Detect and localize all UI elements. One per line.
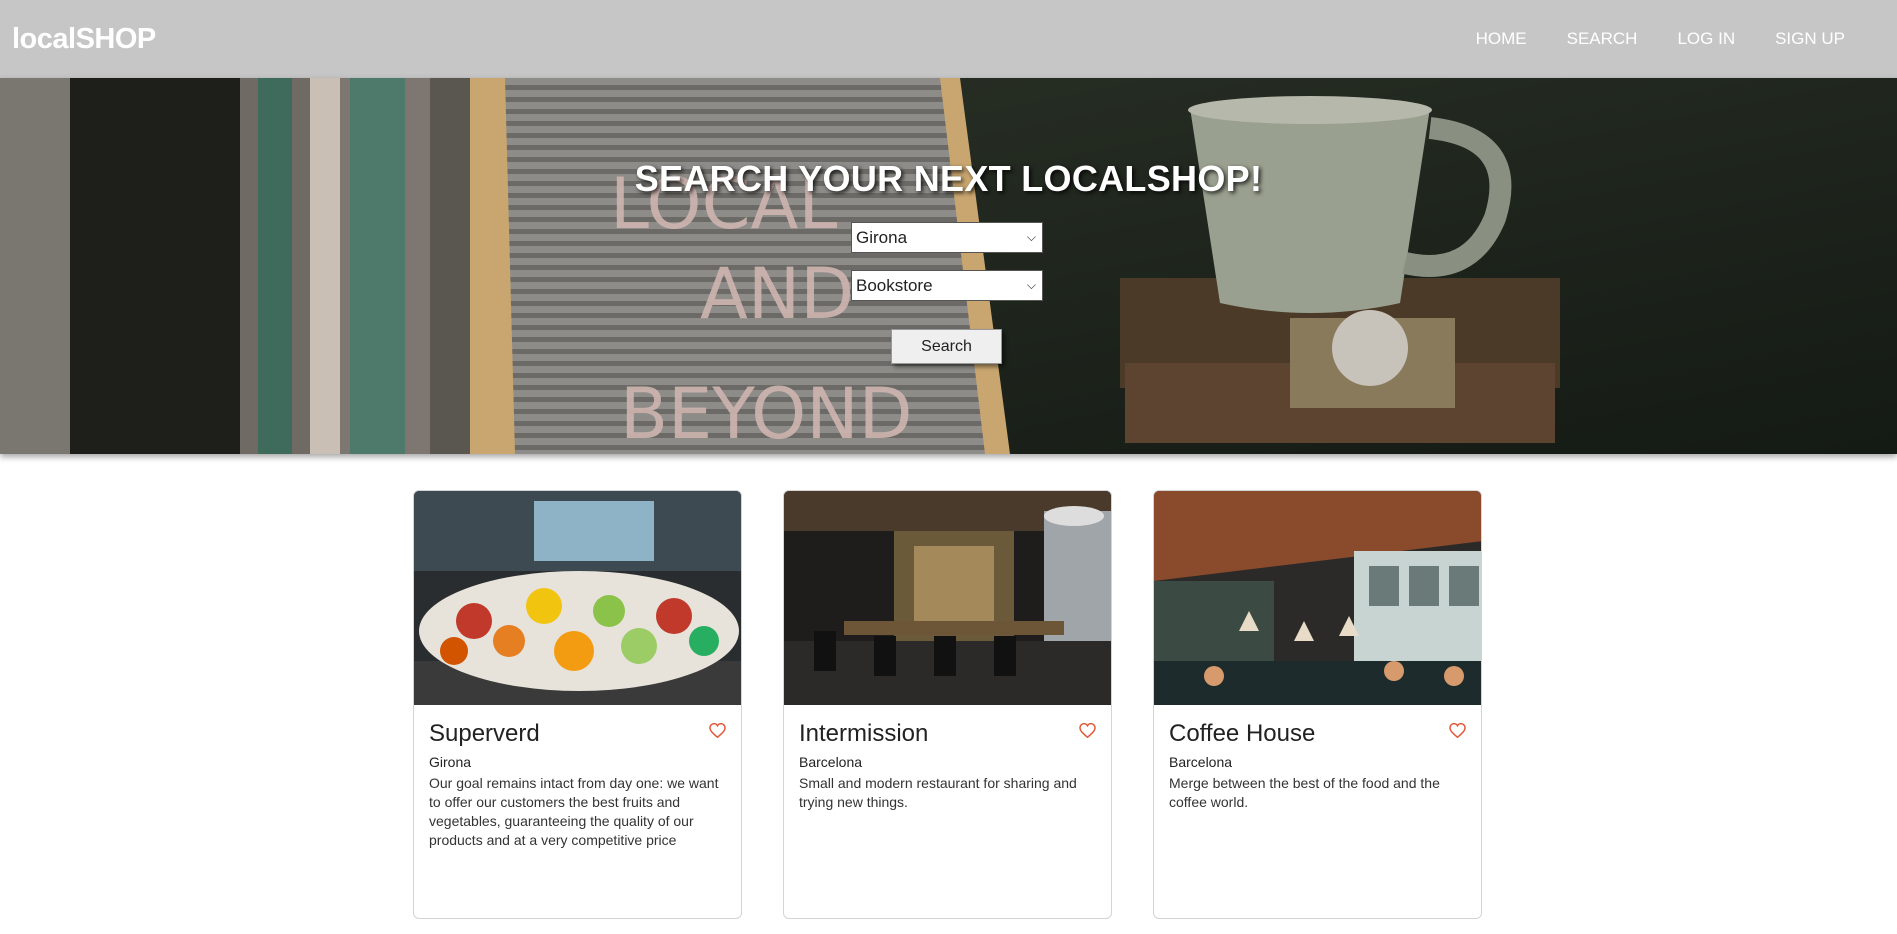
search-button[interactable]: Search	[891, 329, 1002, 364]
shop-city: Barcelona	[1169, 754, 1233, 770]
hero-background-image: LOCAL AND BEYOND	[0, 78, 1897, 454]
nav-link-home[interactable]: HOME	[1476, 29, 1527, 49]
heart-icon[interactable]	[1449, 723, 1466, 738]
shop-name[interactable]: Superverd	[429, 721, 726, 747]
shop-description: Small and modern restaurant for sharing …	[799, 775, 1077, 810]
card-body: Superverd Girona Our goal remains intact…	[414, 705, 741, 850]
brand-logo[interactable]: localSHOP	[12, 23, 156, 56]
shop-image-fruit-stand	[414, 491, 741, 705]
shop-image-restaurant	[784, 491, 1111, 705]
svg-text:BEYOND: BEYOND	[620, 373, 913, 454]
shop-image-coffee-house	[1154, 491, 1481, 705]
svg-text:AND: AND	[700, 253, 854, 335]
category-select[interactable]: Bookstore ⌵	[851, 270, 1043, 301]
chevron-down-icon: ⌵	[1026, 278, 1036, 292]
navbar: localSHOP HOME SEARCH LOG IN SIGN UP	[0, 0, 1897, 78]
shop-card-intermission[interactable]: Intermission Barcelona Small and modern …	[783, 490, 1112, 919]
shop-name[interactable]: Coffee House	[1169, 721, 1466, 747]
shop-card-coffee-house[interactable]: Coffee House Barcelona Merge between the…	[1153, 490, 1482, 919]
shop-city: Barcelona	[799, 754, 863, 770]
nav-link-search[interactable]: SEARCH	[1567, 29, 1638, 49]
nav-links: HOME SEARCH LOG IN SIGN UP	[1476, 29, 1885, 49]
card-body: Coffee House Barcelona Merge between the…	[1154, 705, 1481, 812]
hero-banner: LOCAL AND BEYOND SEARCH YOUR NEXT LOCALS…	[0, 78, 1897, 454]
chevron-down-icon: ⌵	[1026, 230, 1036, 244]
heart-icon[interactable]	[1079, 723, 1096, 738]
shop-city: Girona	[429, 754, 472, 770]
nav-link-signup[interactable]: SIGN UP	[1775, 29, 1845, 49]
hero-title: SEARCH YOUR NEXT LOCALSHOP!	[634, 158, 1263, 199]
city-select[interactable]: Girona ⌵	[851, 222, 1043, 253]
city-select-value: Girona	[856, 227, 908, 247]
shop-name[interactable]: Intermission	[799, 721, 1096, 747]
card-body: Intermission Barcelona Small and modern …	[784, 705, 1111, 812]
shop-description: Merge between the best of the food and t…	[1169, 775, 1440, 810]
category-select-value: Bookstore	[856, 275, 933, 295]
nav-link-login[interactable]: LOG IN	[1677, 29, 1735, 49]
heart-icon[interactable]	[709, 723, 726, 738]
shop-description: Our goal remains intact from day one: we…	[429, 775, 719, 848]
shop-card-superverd[interactable]: Superverd Girona Our goal remains intact…	[413, 490, 742, 919]
